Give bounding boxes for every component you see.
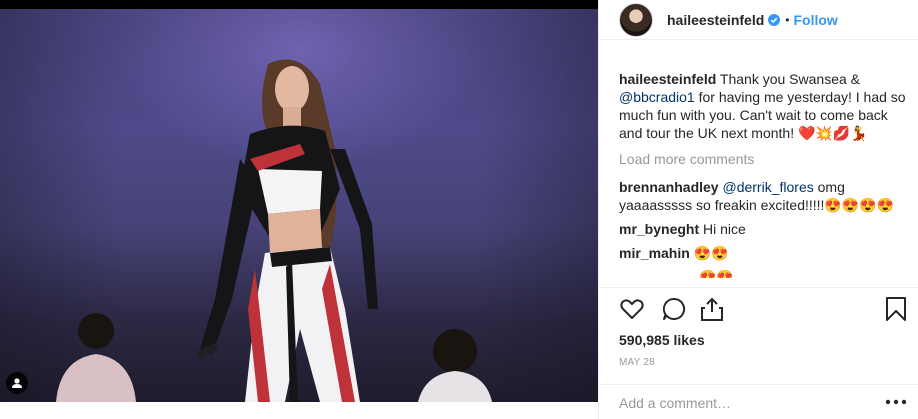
comment-item-clipped: 😍😍 — [619, 268, 909, 278]
comment-item: brennanhadley @derrik_flores omg yaaaass… — [619, 178, 909, 214]
avatar[interactable] — [619, 2, 653, 37]
share-icon[interactable] — [699, 296, 725, 322]
heart-icon[interactable] — [619, 296, 645, 322]
photo-top-strip — [0, 0, 598, 9]
comment-icon[interactable] — [661, 296, 687, 322]
comment-text: Hi nice — [699, 221, 746, 237]
performer-illustration — [56, 59, 492, 402]
header-username[interactable]: haileesteinfeld — [667, 12, 764, 28]
comment-username[interactable]: brennanhadley — [619, 179, 719, 195]
comment-text: 😍😍 — [699, 269, 734, 278]
user-tag-icon[interactable] — [6, 372, 28, 394]
follow-button[interactable]: Follow — [793, 12, 837, 28]
post-caption: haileesteinfeld Thank you Swansea & @bbc… — [619, 70, 909, 142]
post-header: haileesteinfeld • Follow — [599, 0, 918, 40]
bookmark-icon[interactable] — [883, 296, 909, 322]
header-separator-dot: • — [785, 12, 790, 27]
post-actions-bar — [619, 296, 909, 324]
dancer-right — [418, 329, 492, 402]
comments-list: haileesteinfeld Thank you Swansea & @bbc… — [619, 70, 909, 284]
comment-item: mr_byneght Hi nice — [619, 220, 909, 238]
comment-input-divider — [599, 384, 918, 385]
dancer-left — [56, 313, 136, 402]
comment-username[interactable]: mr_byneght — [619, 221, 699, 237]
caption-text: Thank you Swansea & — [719, 71, 860, 87]
comment-mention[interactable]: @derrik_flores — [722, 179, 813, 195]
post-date[interactable]: MAY 28 — [619, 357, 655, 368]
caption-username[interactable]: haileesteinfeld — [619, 71, 716, 87]
more-options-icon[interactable] — [885, 399, 907, 405]
likes-count[interactable]: 590,985 likes — [619, 332, 705, 348]
comment-item: mir_mahin 😍😍 — [619, 244, 909, 262]
caption-mention[interactable]: @bbcradio1 — [619, 89, 695, 105]
comment-username[interactable]: mir_mahin — [619, 245, 690, 261]
post-photo[interactable] — [0, 9, 598, 402]
load-more-comments-link[interactable]: Load more comments — [619, 150, 909, 168]
user-tag-glyph — [12, 378, 22, 388]
comment-text: 😍😍 — [689, 245, 729, 261]
post-side-panel: haileesteinfeld • Follow haileesteinfeld… — [598, 0, 918, 419]
add-comment-input[interactable] — [619, 395, 869, 411]
actions-divider — [599, 287, 918, 288]
verified-badge-icon — [768, 13, 781, 26]
